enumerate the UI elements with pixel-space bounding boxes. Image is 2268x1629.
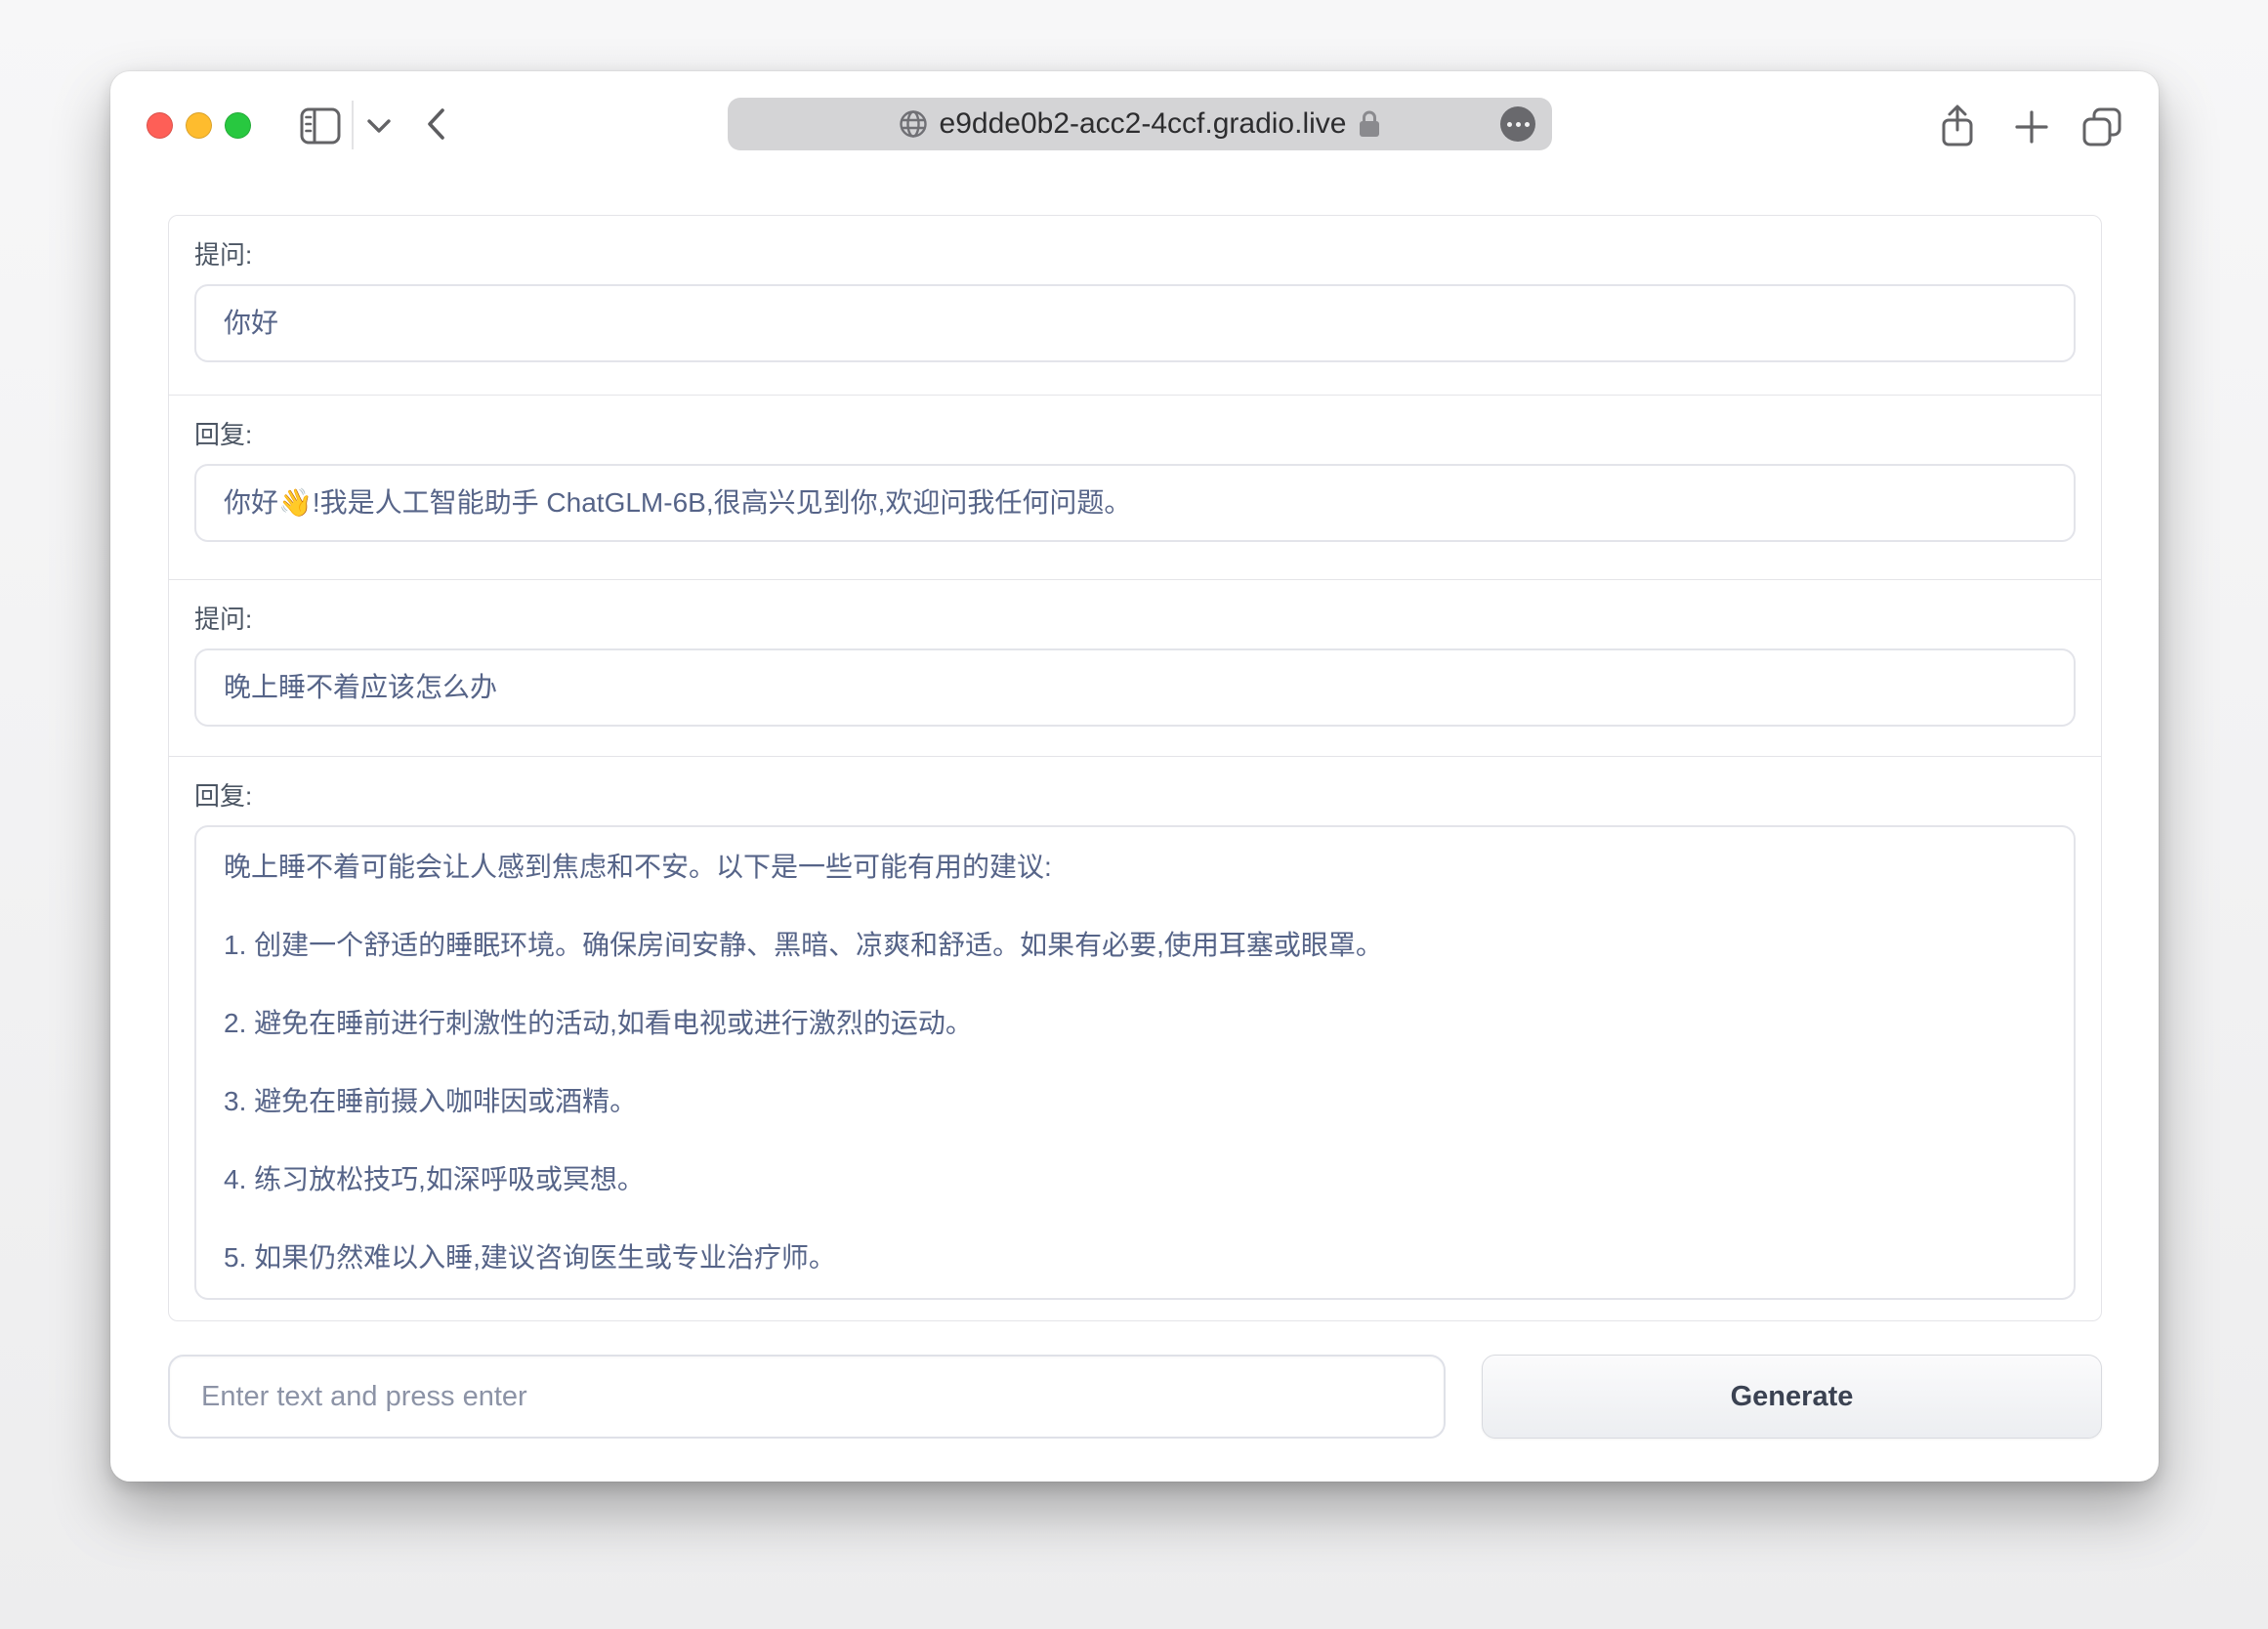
browser-window: e9dde0b2-acc2-4ccf.gradio.live (110, 71, 2159, 1482)
answer-paragraph: 2. 避免在睡前进行刺激性的活动,如看电视或进行激烈的运动。 (224, 1009, 2046, 1038)
ellipsis-dot (1516, 122, 1521, 127)
answer-label: 回复: (194, 781, 2076, 811)
question-text: 晚上睡不着应该怎么办 (224, 672, 497, 703)
sidebar-toggle-icon (300, 107, 341, 145)
qa-section-question-2: 提问: 晚上睡不着应该怎么办 (169, 579, 2101, 756)
question-text: 你好 (224, 308, 278, 339)
browser-toolbar: e9dde0b2-acc2-4ccf.gradio.live (110, 71, 2159, 176)
page-settings-button[interactable] (1500, 106, 1535, 142)
share-icon (1938, 104, 1977, 148)
share-button[interactable] (1938, 104, 1977, 148)
globe-icon (899, 109, 928, 139)
tab-overview-icon (2081, 106, 2122, 147)
page-content: 提问: 你好 回复: 你好👋!我是人工智能助手 ChatGLM-6B,很高兴见到… (110, 176, 2159, 1439)
generate-button[interactable]: Generate (1482, 1355, 2102, 1439)
plus-icon (2013, 108, 2050, 146)
answer-paragraph: 5. 如果仍然难以入睡,建议咨询医生或专业治疗师。 (224, 1243, 2046, 1273)
answer-textbox: 你好👋!我是人工智能助手 ChatGLM-6B,很高兴见到你,欢迎问我任何问题。 (194, 464, 2076, 542)
tab-group-chevron-button[interactable] (366, 118, 392, 134)
composer-row: Generate (168, 1355, 2102, 1439)
answer-textbox: 晚上睡不着可能会让人感到焦虑和不安。以下是一些可能有用的建议: 1. 创建一个舒… (194, 825, 2076, 1300)
toolbar-divider (352, 101, 354, 149)
answer-paragraph: 1. 创建一个舒适的睡眠环境。确保房间安静、黑暗、凉爽和舒适。如果有必要,使用耳… (224, 931, 2046, 960)
question-label: 提问: (194, 605, 2076, 634)
url-text: e9dde0b2-acc2-4ccf.gradio.live (940, 107, 1347, 141)
qa-section-answer-1: 回复: 你好👋!我是人工智能助手 ChatGLM-6B,很高兴见到你,欢迎问我任… (169, 395, 2101, 579)
ellipsis-dot (1507, 122, 1512, 127)
traffic-lights (147, 112, 251, 139)
question-textbox: 晚上睡不着应该怎么办 (194, 648, 2076, 727)
question-textbox: 你好 (194, 284, 2076, 362)
answer-paragraph: 3. 避免在睡前摄入咖啡因或酒精。 (224, 1087, 2046, 1116)
question-label: 提问: (194, 240, 2076, 270)
lock-icon (1358, 109, 1381, 139)
ellipsis-dot (1525, 122, 1530, 127)
qa-group: 提问: 你好 回复: 你好👋!我是人工智能助手 ChatGLM-6B,很高兴见到… (168, 215, 2102, 1321)
answer-paragraph: 晚上睡不着可能会让人感到焦虑和不安。以下是一些可能有用的建议: (224, 853, 2046, 882)
minimize-icon[interactable] (186, 112, 212, 139)
back-button[interactable] (425, 107, 446, 141)
chevron-down-icon (366, 118, 392, 134)
sidebar-toggle-button[interactable] (300, 107, 341, 145)
close-icon[interactable] (147, 112, 173, 139)
qa-section-answer-2: 回复: 晚上睡不着可能会让人感到焦虑和不安。以下是一些可能有用的建议: 1. 创… (169, 756, 2101, 1320)
url-bar[interactable]: e9dde0b2-acc2-4ccf.gradio.live (728, 98, 1552, 150)
qa-section-question-1: 提问: 你好 (169, 216, 2101, 395)
prompt-input[interactable] (168, 1355, 1446, 1439)
answer-label: 回复: (194, 420, 2076, 449)
zoom-icon[interactable] (225, 112, 251, 139)
answer-text: 你好👋!我是人工智能助手 ChatGLM-6B,很高兴见到你,欢迎问我任何问题。 (224, 487, 1131, 519)
tab-overview-button[interactable] (2081, 106, 2122, 147)
answer-paragraph: 4. 练习放松技巧,如深呼吸或冥想。 (224, 1165, 2046, 1194)
new-tab-button[interactable] (2013, 108, 2050, 146)
back-chevron-icon (425, 107, 446, 141)
